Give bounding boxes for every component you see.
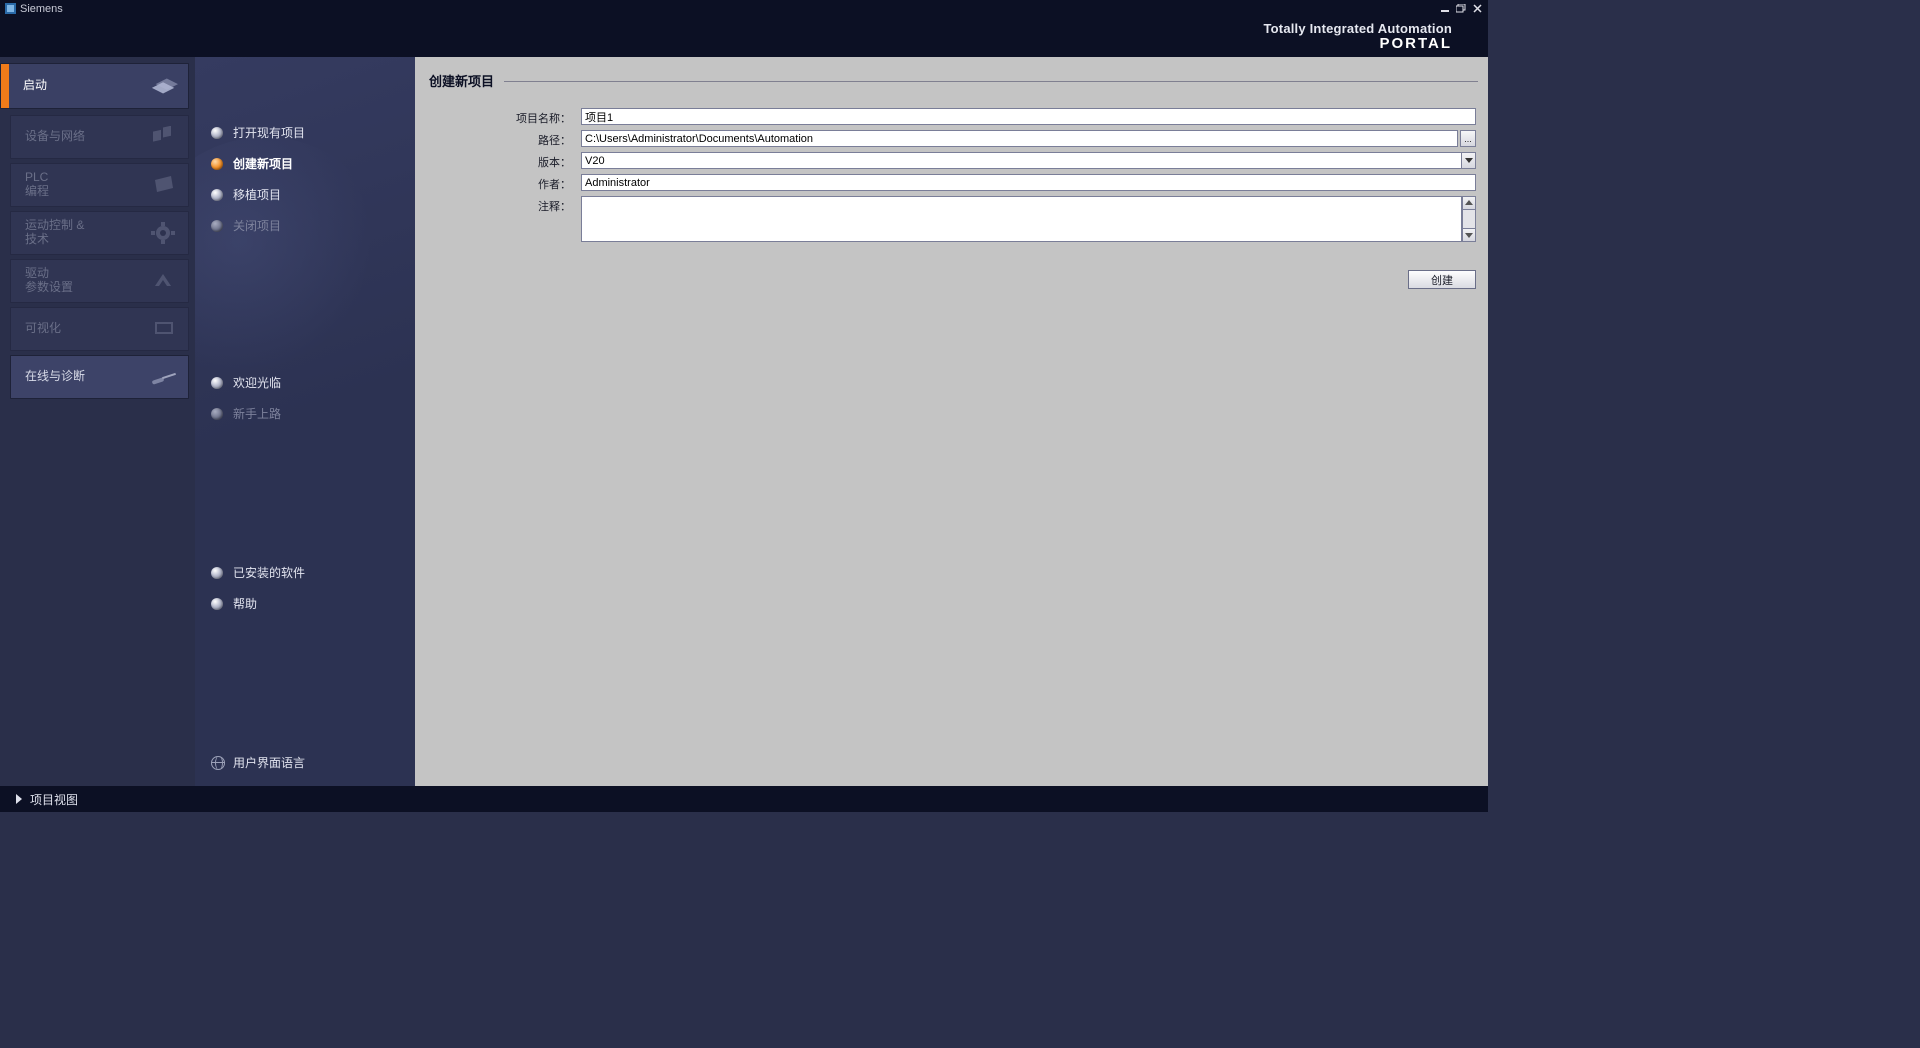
- bullet-icon: [211, 598, 223, 610]
- devices-icon: [150, 123, 178, 151]
- main-title: 创建新项目: [429, 71, 504, 90]
- comment-scrollbar[interactable]: [1462, 196, 1476, 242]
- visualization-icon: [150, 315, 178, 343]
- action-close-project: 关闭项目: [203, 210, 407, 241]
- action-help[interactable]: 帮助: [203, 588, 407, 619]
- start-icon: [150, 72, 178, 100]
- nav-devices-label: 设备与网络: [25, 130, 150, 144]
- nav-start[interactable]: 启动: [0, 63, 189, 109]
- footer-bar: 项目视图: [0, 786, 1488, 812]
- version-dropdown-button[interactable]: [1462, 152, 1476, 169]
- create-button[interactable]: 创建: [1408, 270, 1476, 289]
- action-open-existing[interactable]: 打开现有项目: [203, 117, 407, 148]
- window-minimize-button[interactable]: [1438, 3, 1452, 15]
- app-title: Siemens: [20, 3, 63, 15]
- action-panel: 打开现有项目 创建新项目 移植项目 关闭项目 欢迎光临 新手上路 已安装的软件 …: [195, 57, 415, 786]
- header-band: Totally Integrated Automation PORTAL: [0, 17, 1488, 57]
- main-panel: 创建新项目 项目名称： 路径： ... 版本：: [415, 57, 1488, 786]
- label-version: 版本：: [429, 152, 575, 170]
- action-first-steps: 新手上路: [203, 398, 407, 429]
- nav-visualization-label: 可视化: [25, 322, 150, 336]
- action-ui-language[interactable]: 用户界面语言: [203, 747, 407, 778]
- bullet-icon: [211, 127, 223, 139]
- drive-icon: [150, 267, 178, 295]
- globe-icon: [211, 756, 225, 770]
- bullet-icon: [211, 220, 223, 232]
- bullet-icon: [211, 189, 223, 201]
- action-label: 用户界面语言: [233, 754, 305, 771]
- nav-online-diagnostics[interactable]: 在线与诊断: [10, 355, 189, 399]
- action-label: 已安装的软件: [233, 564, 305, 581]
- footer-project-view[interactable]: 项目视图: [30, 791, 78, 808]
- input-comment[interactable]: [581, 196, 1462, 242]
- browse-path-button[interactable]: ...: [1460, 130, 1476, 147]
- nav-motion-label: 运动控制 &技术: [25, 219, 150, 247]
- label-author: 作者：: [429, 174, 575, 192]
- brand-block: Totally Integrated Automation PORTAL: [1263, 22, 1452, 51]
- action-label: 移植项目: [233, 186, 281, 203]
- input-version[interactable]: [581, 152, 1462, 169]
- scroll-down-icon[interactable]: [1462, 228, 1476, 242]
- window-close-button[interactable]: [1470, 3, 1484, 15]
- input-path[interactable]: [581, 130, 1458, 147]
- brand-line1: Totally Integrated Automation: [1263, 22, 1452, 36]
- screwdriver-icon: [150, 363, 178, 391]
- action-label: 关闭项目: [233, 217, 281, 234]
- action-migrate[interactable]: 移植项目: [203, 179, 407, 210]
- nav-plc: PLC编程: [10, 163, 189, 207]
- app-logo-icon: [4, 3, 16, 15]
- action-installed-software[interactable]: 已安装的软件: [203, 557, 407, 588]
- plc-icon: [150, 171, 178, 199]
- action-create-new[interactable]: 创建新项目: [203, 148, 407, 179]
- action-label: 新手上路: [233, 405, 281, 422]
- action-label: 创建新项目: [233, 155, 293, 172]
- motion-icon: [150, 219, 178, 247]
- scroll-up-icon[interactable]: [1462, 196, 1476, 210]
- nav-online-label: 在线与诊断: [25, 370, 150, 384]
- nav-visualization: 可视化: [10, 307, 189, 351]
- left-nav: 启动 设备与网络 PLC编程 运动控制 &技术 驱动参数设置: [0, 57, 195, 786]
- brand-line2: PORTAL: [1263, 36, 1452, 52]
- nav-motion: 运动控制 &技术: [10, 211, 189, 255]
- bullet-icon: [211, 158, 223, 170]
- nav-start-label: 启动: [23, 79, 150, 93]
- triangle-icon: [16, 794, 22, 804]
- nav-devices: 设备与网络: [10, 115, 189, 159]
- bullet-icon: [211, 408, 223, 420]
- action-label: 欢迎光临: [233, 374, 281, 391]
- nav-plc-label: PLC编程: [25, 171, 150, 199]
- scroll-track[interactable]: [1462, 210, 1476, 228]
- input-author[interactable]: [581, 174, 1476, 191]
- nav-drive: 驱动参数设置: [10, 259, 189, 303]
- label-project-name: 项目名称：: [429, 108, 575, 126]
- title-divider: [504, 81, 1478, 82]
- label-path: 路径：: [429, 130, 575, 148]
- action-welcome[interactable]: 欢迎光临: [203, 367, 407, 398]
- nav-drive-label: 驱动参数设置: [25, 267, 150, 295]
- label-comment: 注释：: [429, 196, 575, 214]
- input-project-name[interactable]: [581, 108, 1476, 125]
- window-restore-button[interactable]: [1454, 3, 1468, 15]
- action-label: 打开现有项目: [233, 124, 305, 141]
- bullet-icon: [211, 377, 223, 389]
- action-label: 帮助: [233, 595, 257, 612]
- bullet-icon: [211, 567, 223, 579]
- titlebar: Siemens: [0, 0, 1488, 17]
